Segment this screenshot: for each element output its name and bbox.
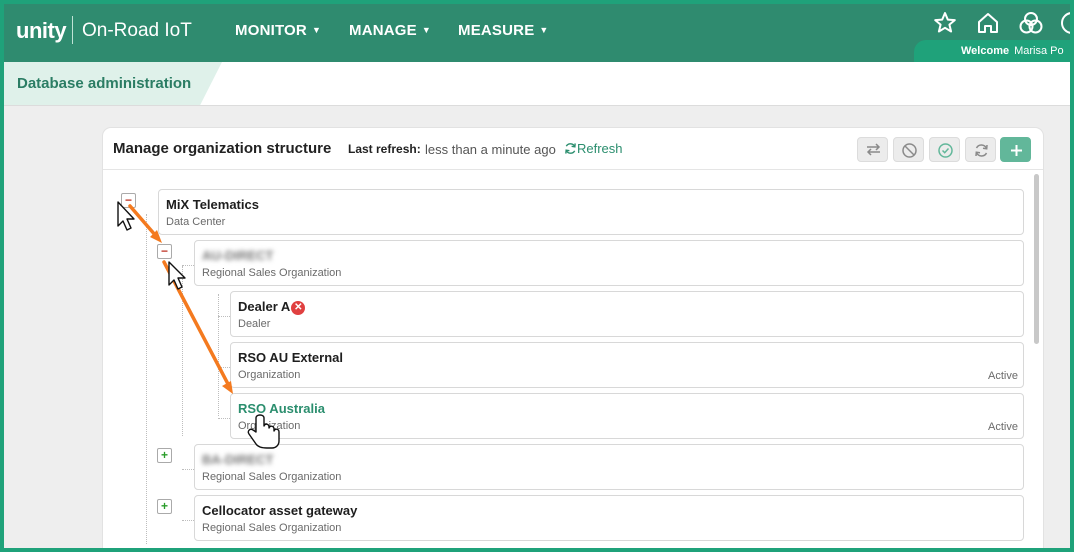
tree-node-rso-au-external[interactable]: RSO AU External Organization Active — [230, 342, 1024, 388]
node-name: AU-DIRECT — [202, 248, 274, 263]
top-navigation-bar: unity On-Road IoT MONITOR ▼ MANAGE ▼ MEASU… — [4, 4, 1070, 62]
tree-connector — [182, 265, 194, 266]
nav-manage-label: MANAGE — [349, 22, 417, 39]
tree-scrollbar[interactable] — [1034, 174, 1039, 344]
last-refresh-label: Last refresh: — [348, 142, 421, 156]
help-icon[interactable] — [1059, 10, 1070, 36]
chevron-down-icon: ▼ — [421, 25, 431, 35]
expand-toggle-ba-direct[interactable]: + — [157, 448, 172, 463]
tree-connector — [218, 316, 230, 317]
error-x-icon: ✕ — [291, 301, 306, 315]
tree-connector — [218, 294, 219, 416]
expand-toggle-cellocator[interactable]: + — [157, 499, 172, 514]
node-type: Dealer — [238, 318, 271, 330]
tree-connector — [182, 520, 194, 521]
nav-measure-label: MEASURE — [458, 22, 535, 39]
tree-connector — [182, 469, 194, 470]
tree-node-rso-australia[interactable]: RSO Australia Organization Active — [230, 393, 1024, 439]
sync-icon — [975, 144, 988, 157]
collapse-toggle-au-direct[interactable]: − — [157, 244, 172, 259]
unity-logo[interactable]: unity — [16, 18, 67, 44]
tree-node-mix-telematics[interactable]: MiX Telematics Data Center — [158, 189, 1024, 235]
tree-node-au-direct[interactable]: AU-DIRECT Regional Sales Organization — [194, 240, 1024, 286]
node-type: Regional Sales Organization — [202, 522, 342, 534]
node-name-with-badge: Dealer A ✕ — [238, 299, 306, 315]
logo-divider — [72, 16, 73, 44]
refresh-link[interactable]: Refresh — [564, 141, 623, 156]
check-circle-icon — [938, 143, 953, 158]
trefoil-icon[interactable] — [1018, 10, 1044, 36]
node-name: Cellocator asset gateway — [202, 503, 358, 518]
welcome-label: Welcome — [961, 45, 1010, 57]
move-button[interactable] — [857, 137, 888, 162]
nav-monitor-label: MONITOR — [235, 22, 307, 39]
tree-connector — [218, 418, 230, 419]
user-name: Marisa Po — [1014, 45, 1064, 57]
chevron-down-icon: ▼ — [539, 25, 549, 35]
last-refresh-value: less than a minute ago — [425, 142, 556, 157]
nav-monitor[interactable]: MONITOR ▼ — [235, 22, 321, 39]
tab-label: Database administration — [17, 75, 192, 92]
refresh-link-label: Refresh — [577, 141, 623, 156]
block-icon — [902, 143, 917, 158]
star-icon[interactable] — [932, 10, 958, 36]
node-name: RSO AU External — [238, 350, 343, 365]
tree-connector — [218, 367, 230, 368]
node-type: Regional Sales Organization — [202, 471, 342, 483]
swap-icon — [866, 143, 881, 156]
tree-node-cellocator[interactable]: Cellocator asset gateway Regional Sales … — [194, 495, 1024, 541]
breadcrumb-bar: Database administration — [4, 62, 1070, 106]
tree-node-dealer-a[interactable]: Dealer A ✕ Dealer — [230, 291, 1024, 337]
refresh-icon — [565, 143, 576, 154]
tree-connector — [182, 266, 183, 436]
node-type: Organization — [238, 420, 301, 432]
node-type: Organization — [238, 369, 301, 381]
app-frame: unity On-Road IoT MONITOR ▼ MANAGE ▼ MEASU… — [4, 4, 1070, 548]
page-title: Manage organization structure — [113, 140, 332, 157]
tab-database-administration[interactable]: Database administration — [4, 62, 222, 105]
add-button[interactable] — [1000, 137, 1031, 162]
collapse-toggle-mix-telematics[interactable]: − — [121, 193, 136, 208]
status-badge: Active — [988, 421, 1018, 433]
tree-connector — [146, 214, 147, 544]
node-name: RSO Australia — [238, 401, 325, 416]
node-name: Dealer A — [238, 299, 291, 314]
home-icon[interactable] — [975, 10, 1001, 36]
chevron-down-icon: ▼ — [311, 25, 322, 35]
nav-manage[interactable]: MANAGE ▼ — [349, 22, 431, 39]
panel-header: Manage organization structure Last refre… — [103, 128, 1043, 170]
node-name: MiX Telematics — [166, 197, 259, 212]
enable-button[interactable] — [929, 137, 960, 162]
disable-button[interactable] — [893, 137, 924, 162]
status-badge: Active — [988, 370, 1018, 382]
welcome-bar[interactable]: Welcome Marisa Po — [914, 40, 1070, 62]
plus-icon — [1011, 145, 1022, 156]
tree-node-ba-direct[interactable]: BA-DIRECT Regional Sales Organization — [194, 444, 1024, 490]
node-type: Regional Sales Organization — [202, 267, 342, 279]
product-name: On-Road IoT — [82, 20, 192, 41]
sync-button[interactable] — [965, 137, 996, 162]
nav-measure[interactable]: MEASURE ▼ — [458, 22, 549, 39]
node-type: Data Center — [166, 216, 226, 228]
node-name: BA-DIRECT — [202, 452, 274, 467]
